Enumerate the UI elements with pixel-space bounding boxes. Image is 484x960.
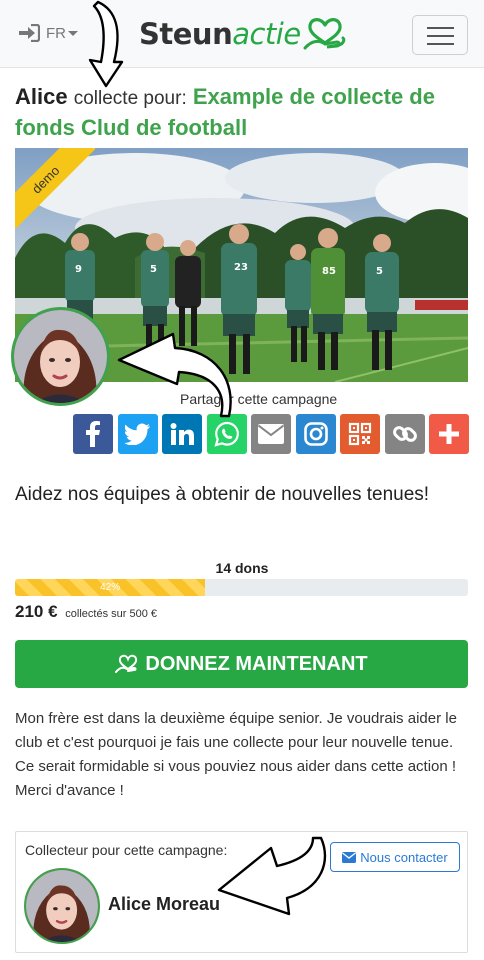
collects-for-label: collecte pour: bbox=[73, 88, 187, 109]
svg-text:23: 23 bbox=[234, 262, 248, 273]
plus-icon bbox=[439, 424, 459, 444]
amount-goal-text: collectés sur 500 € bbox=[65, 608, 157, 620]
collector-first-name: Alice bbox=[15, 84, 68, 109]
collector-card-label: Collecteur pour cette campagne: bbox=[25, 842, 228, 858]
progress-fill: 42% bbox=[15, 579, 206, 596]
donate-now-button[interactable]: DONNEZ MAINTENANT bbox=[15, 640, 468, 688]
sign-in-icon bbox=[19, 24, 40, 42]
collector-card: Collecteur pour cette campagne: Nous con… bbox=[15, 831, 468, 953]
svg-text:5: 5 bbox=[150, 264, 157, 275]
whatsapp-icon bbox=[213, 421, 239, 447]
chevron-down-icon bbox=[68, 30, 78, 36]
donations-count: 14 dons bbox=[215, 560, 269, 576]
svg-text:9: 9 bbox=[75, 264, 82, 275]
facebook-icon bbox=[86, 421, 100, 447]
share-buttons bbox=[73, 414, 474, 454]
link-icon bbox=[392, 426, 417, 442]
progress-bar: 42% bbox=[15, 579, 468, 596]
email-share-button[interactable] bbox=[251, 414, 291, 454]
collector-card-avatar bbox=[24, 868, 100, 944]
heart-hand-icon bbox=[115, 654, 138, 673]
language-selector[interactable]: FR bbox=[18, 24, 78, 42]
svg-text:85: 85 bbox=[322, 266, 336, 277]
collector-full-name: Alice Moreau bbox=[108, 894, 221, 914]
share-title: Partager cette campagne bbox=[180, 391, 338, 407]
amount-raised-value: 210 € bbox=[15, 602, 58, 621]
facebook-share-button[interactable] bbox=[73, 414, 113, 454]
logo[interactable]: Steun actie bbox=[139, 14, 347, 54]
more-share-button[interactable] bbox=[429, 414, 469, 454]
donate-now-label: DONNEZ MAINTENANT bbox=[145, 652, 368, 675]
language-label: FR bbox=[46, 24, 66, 42]
menu-line bbox=[427, 35, 454, 37]
svg-text:5: 5 bbox=[376, 266, 383, 277]
contact-button-label: Nous contacter bbox=[360, 849, 448, 865]
instagram-icon bbox=[303, 422, 328, 446]
campaign-heading: Aidez nos équipes à obtenir de nouvelles… bbox=[15, 484, 430, 505]
menu-line bbox=[427, 27, 454, 29]
campaign-description: Mon frère est dans la deuxième équipe se… bbox=[15, 710, 457, 799]
hamburger-menu-button[interactable] bbox=[412, 15, 468, 55]
contact-button[interactable]: Nous contacter bbox=[330, 842, 460, 872]
menu-line bbox=[427, 43, 454, 45]
copy-link-share-button[interactable] bbox=[384, 414, 425, 454]
campaign-title: Alice collecte pour: Example de collecte… bbox=[15, 82, 470, 142]
demo-ribbon-label: demo bbox=[15, 148, 95, 228]
qr-code-icon bbox=[348, 422, 372, 446]
collector-avatar bbox=[11, 307, 110, 406]
qr-code-share-button[interactable] bbox=[340, 414, 380, 454]
demo-ribbon: demo bbox=[15, 148, 95, 228]
envelope-icon bbox=[342, 851, 357, 863]
envelope-icon bbox=[258, 424, 284, 444]
twitter-icon bbox=[124, 423, 150, 445]
logo-text-part1: Steun bbox=[139, 17, 233, 51]
linkedin-share-button[interactable] bbox=[162, 414, 202, 454]
twitter-share-button[interactable] bbox=[117, 414, 158, 454]
logo-text-part2: actie bbox=[232, 17, 301, 51]
amount-raised: 210 € collectés sur 500 € bbox=[15, 602, 157, 622]
heart-hand-logo-icon bbox=[303, 18, 345, 50]
navbar: FR Steun actie bbox=[0, 0, 484, 68]
linkedin-icon bbox=[170, 423, 194, 445]
whatsapp-share-button[interactable] bbox=[206, 414, 247, 454]
instagram-share-button[interactable] bbox=[295, 414, 336, 454]
